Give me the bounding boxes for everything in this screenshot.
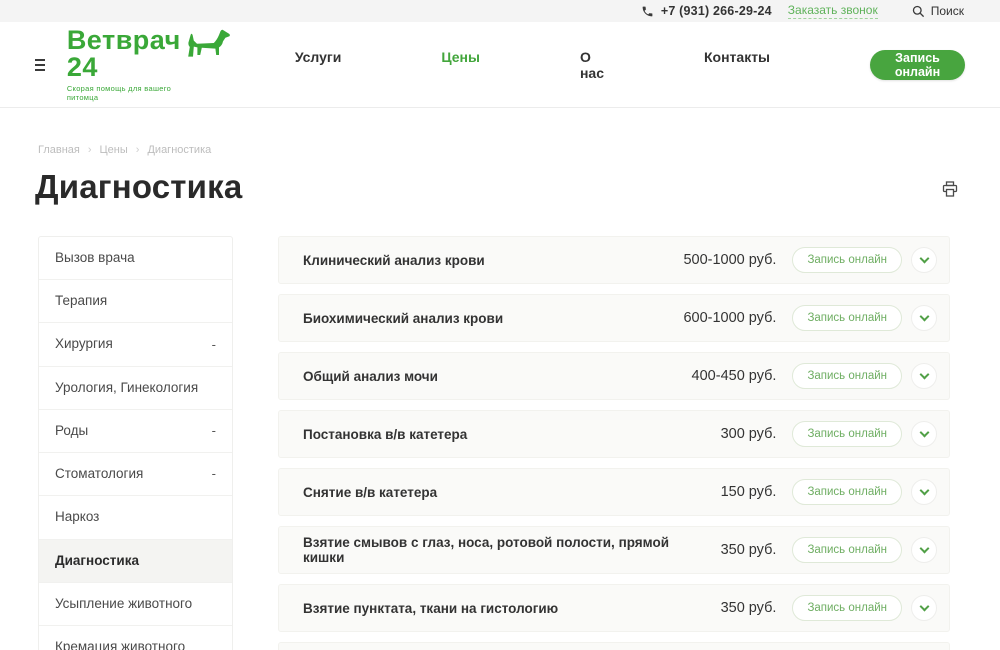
expand-row-button[interactable] [911,421,937,447]
row-book-button[interactable]: Запись онлайн [792,363,902,389]
chevron-down-icon [919,602,929,612]
sidebar-item-khirurgiya[interactable]: Хирургия- [39,323,232,366]
topbar: +7 (931) 266-29-24 Заказать звонок Поиск [0,0,1000,22]
breadcrumb-home[interactable]: Главная [38,144,80,156]
expand-row-button[interactable] [911,479,937,505]
service-price: 500-1000 руб. [683,252,776,268]
order-call-link[interactable]: Заказать звонок [788,3,878,19]
service-price: 350 руб. [721,600,777,616]
sidebar-item-urologiya[interactable]: Урология, Гинекология [39,367,232,410]
price-list: Клинический анализ крови 500-1000 руб. З… [278,236,950,650]
menu-icon[interactable] [35,56,45,74]
print-icon[interactable] [942,181,958,197]
expand-row-button[interactable] [911,537,937,563]
sidebar-item-diagnostika[interactable]: Диагностика [39,540,232,583]
content: Вызов врача Терапия Хирургия- Урология, … [38,236,950,650]
service-price: 350 руб. [721,542,777,558]
service-price: 400-450 руб. [692,368,777,384]
service-name: Взятие смывов с глаз, носа, ротовой поло… [303,535,721,565]
service-name: Общий анализ мочи [303,369,692,384]
price-row: Взятие смывов с глаз, носа, ротовой поло… [278,526,950,574]
service-name: Биохимический анализ крови [303,311,683,326]
price-row: Биохимический анализ крови 600-1000 руб.… [278,294,950,342]
row-book-button[interactable]: Запись онлайн [792,595,902,621]
search-block[interactable]: Поиск [912,4,964,18]
service-name: Постановка в/в катетера [303,427,721,442]
row-book-button[interactable]: Запись онлайн [792,479,902,505]
service-name: Снятие в/в катетера [303,485,721,500]
logo-title: Ветврач 24 [67,27,181,81]
phone-block[interactable]: +7 (931) 266-29-24 [641,4,772,18]
breadcrumb-separator: › [88,144,92,156]
submenu-marker: - [206,465,216,483]
expand-row-button[interactable] [911,305,937,331]
service-name: Взятие пунктата, ткани на гистологию [303,601,721,616]
book-online-button[interactable]: Запись онлайн [870,50,965,80]
row-book-button[interactable]: Запись онлайн [792,305,902,331]
main-nav: Услуги Цены О нас Контакты [295,49,870,81]
service-price: 600-1000 руб. [683,310,776,326]
submenu-marker: - [206,422,216,440]
header: Ветврач 24 Скорая помощь для вашего пито… [0,22,1000,108]
sidebar-item-vyzov-vracha[interactable]: Вызов врача [39,237,232,280]
service-price: 300 руб. [721,426,777,442]
price-row: Снятие в/в катетера 150 руб. Запись онла… [278,468,950,516]
sidebar-item-rody[interactable]: Роды- [39,410,232,453]
logo[interactable]: Ветврач 24 Скорая помощь для вашего пито… [67,27,233,102]
breadcrumb-current: Диагностика [147,144,211,156]
sidebar-item-usyplenie[interactable]: Усыпление животного [39,583,232,626]
nav-prices[interactable]: Цены [441,49,480,81]
breadcrumb-prices[interactable]: Цены [100,144,128,156]
dog-logo-icon [185,27,233,59]
breadcrumb-separator: › [136,144,140,156]
phone-number[interactable]: +7 (931) 266-29-24 [661,4,772,18]
sidebar-item-terapiya[interactable]: Терапия [39,280,232,323]
row-book-button[interactable]: Запись онлайн [792,421,902,447]
phone-icon [641,5,654,18]
sidebar: Вызов врача Терапия Хирургия- Урология, … [38,236,233,650]
chevron-down-icon [919,486,929,496]
service-name: Клинический анализ крови [303,253,683,268]
breadcrumb: Главная › Цены › Диагностика [38,144,965,156]
row-book-button[interactable]: Запись онлайн [792,247,902,273]
chevron-down-icon [919,312,929,322]
search-label[interactable]: Поиск [931,4,964,18]
price-row: Клинический анализ крови 500-1000 руб. З… [278,236,950,284]
price-row: Постановка в/в катетера 300 руб. Запись … [278,410,950,458]
nav-services[interactable]: Услуги [295,49,342,81]
price-row: Общий анализ мочи 400-450 руб. Запись он… [278,352,950,400]
sidebar-item-narkoz[interactable]: Наркоз [39,496,232,539]
sidebar-item-kremaciya[interactable]: Кремация животного (после нашей эвтанази… [39,626,232,650]
title-bar: Диагностика [35,168,958,206]
chevron-down-icon [919,544,929,554]
row-book-button[interactable]: Запись онлайн [792,537,902,563]
nav-about[interactable]: О нас [580,49,604,81]
sidebar-item-stomatologiya[interactable]: Стоматология- [39,453,232,496]
expand-row-button[interactable] [911,595,937,621]
nav-contacts[interactable]: Контакты [704,49,770,81]
expand-row-button[interactable] [911,247,937,273]
service-price: 150 руб. [721,484,777,500]
submenu-marker: - [206,336,216,354]
expand-row-button[interactable] [911,363,937,389]
price-row: Взятие пунктата, ткани на гистологию 350… [278,584,950,632]
search-icon [912,5,925,18]
chevron-down-icon [919,254,929,264]
page-title: Диагностика [35,168,242,206]
price-row-peek [278,642,950,650]
chevron-down-icon [919,370,929,380]
chevron-down-icon [919,428,929,438]
logo-subtitle: Скорая помощь для вашего питомца [67,84,181,102]
